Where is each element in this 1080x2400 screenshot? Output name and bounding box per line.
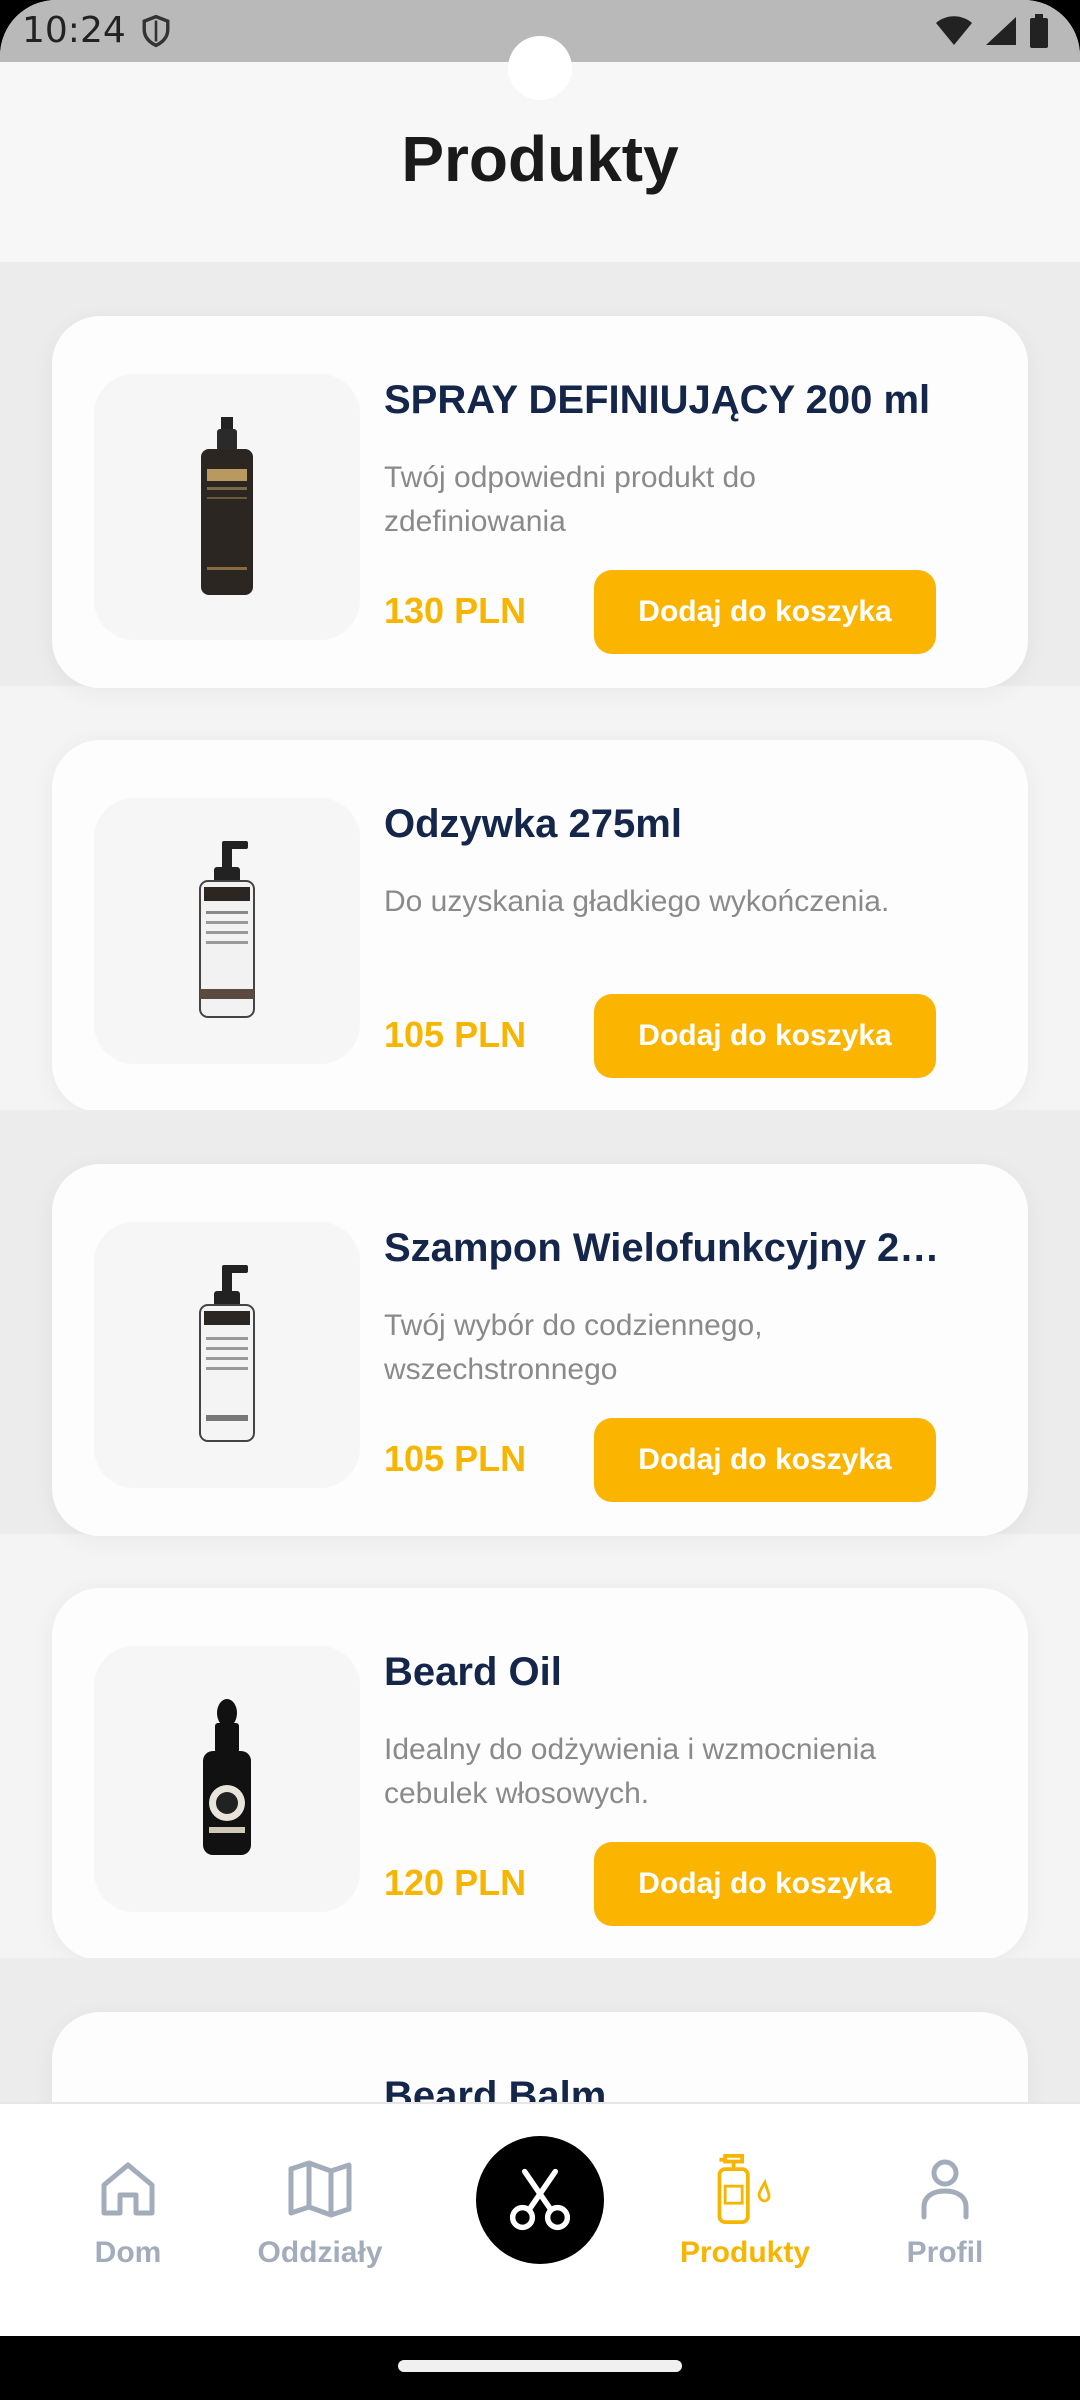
nav-item-products[interactable]: Produkty xyxy=(655,2154,835,2270)
nav-label-profile: Profil xyxy=(906,2236,984,2269)
product-description: Do uzyskania gładkiego wykończenia. xyxy=(384,885,890,918)
list-item: Beard Balm xyxy=(0,1958,1080,2102)
nav-item-branches[interactable]: Oddziały xyxy=(230,2154,410,2270)
product-list[interactable]: SPRAY DEFINIUJĄCY 200 ml Twój odpowiedni… xyxy=(0,262,1080,2102)
product-price: 120 PLN xyxy=(384,1862,527,1903)
product-name: Szampon Wielofunkcyjny 275ml xyxy=(384,1226,944,1270)
home-icon xyxy=(101,2162,155,2216)
product-name: Odzywka 275ml xyxy=(384,802,682,846)
product-price: 105 PLN xyxy=(384,1438,527,1479)
list-item: Beard Oil Idealny do odżywienia i wzmocn… xyxy=(0,1534,1080,1960)
spray-bottle-icon xyxy=(201,417,253,595)
book-appointment-button[interactable] xyxy=(476,2136,604,2264)
list-item: Szampon Wielofunkcyjny 275ml Twój wybór … xyxy=(0,1110,1080,1536)
add-to-cart-button[interactable]: Dodaj do koszyka xyxy=(594,1418,936,1502)
product-description: Twój odpowiedni produkt do zdefiniowania xyxy=(384,461,756,538)
nav-label-branches: Oddziały xyxy=(257,2236,383,2269)
scissors-icon xyxy=(509,2168,571,2231)
product-description: Twój wybór do codziennego, wszechstronne… xyxy=(384,1309,763,1386)
shield-icon xyxy=(142,14,170,48)
add-to-cart-button[interactable]: Dodaj do koszyka xyxy=(594,1842,936,1926)
shampoo-bottle-icon xyxy=(199,1265,255,1442)
product-card[interactable]: SPRAY DEFINIUJĄCY 200 ml Twój odpowiedni… xyxy=(52,316,1028,688)
home-gesture-bar[interactable] xyxy=(398,2360,682,2372)
product-card[interactable]: Beard Oil Idealny do odżywienia i wzmocn… xyxy=(52,1588,1028,1960)
map-icon xyxy=(288,2160,352,2218)
nav-label-products: Produkty xyxy=(679,2236,811,2269)
product-image xyxy=(94,374,360,640)
product-card[interactable]: Beard Balm xyxy=(52,2012,1028,2102)
screen: 10:24 Produkty SPRAY DEFINIUJĄCY 200 ml … xyxy=(0,0,1080,2400)
product-price: 105 PLN xyxy=(384,1014,527,1055)
add-to-cart-button[interactable]: Dodaj do koszyka xyxy=(594,570,936,654)
list-item: Odzywka 275ml Do uzyskania gładkiego wyk… xyxy=(0,686,1080,1112)
products-icon xyxy=(717,2154,771,2224)
product-price: 130 PLN xyxy=(384,590,527,631)
battery-icon xyxy=(1030,14,1048,48)
add-to-cart-button[interactable]: Dodaj do koszyka xyxy=(594,994,936,1078)
product-card[interactable]: Szampon Wielofunkcyjny 275ml Twój wybór … xyxy=(52,1164,1028,1536)
list-item: SPRAY DEFINIUJĄCY 200 ml Twój odpowiedni… xyxy=(0,262,1080,688)
product-image xyxy=(94,1222,360,1488)
status-time: 10:24 xyxy=(22,10,126,51)
signal-icon xyxy=(986,17,1016,45)
camera-cutout xyxy=(508,36,572,100)
status-icons xyxy=(934,14,1050,48)
wifi-icon xyxy=(936,16,972,45)
bottom-navigation: Dom Oddziały Produkty Profil xyxy=(0,2102,1080,2336)
product-name: SPRAY DEFINIUJĄCY 200 ml xyxy=(384,378,931,422)
product-card[interactable]: Odzywka 275ml Do uzyskania gładkiego wyk… xyxy=(52,740,1028,1112)
product-name: Beard Balm xyxy=(384,2074,607,2102)
nav-item-home[interactable]: Dom xyxy=(38,2154,218,2270)
product-image xyxy=(94,798,360,1064)
product-description: Idealny do odżywienia i wzmocnienia cebu… xyxy=(384,1733,876,1810)
dropper-bottle-icon xyxy=(203,1699,251,1855)
nav-item-profile[interactable]: Profil xyxy=(855,2154,1035,2270)
conditioner-bottle-icon xyxy=(199,841,255,1018)
product-image xyxy=(94,1646,360,1912)
page-title: Produkty xyxy=(401,123,679,195)
user-icon xyxy=(921,2159,969,2220)
product-name: Beard Oil xyxy=(384,1650,562,1694)
gesture-navigation-area xyxy=(0,2336,1080,2400)
nav-label-home: Dom xyxy=(94,2236,162,2269)
